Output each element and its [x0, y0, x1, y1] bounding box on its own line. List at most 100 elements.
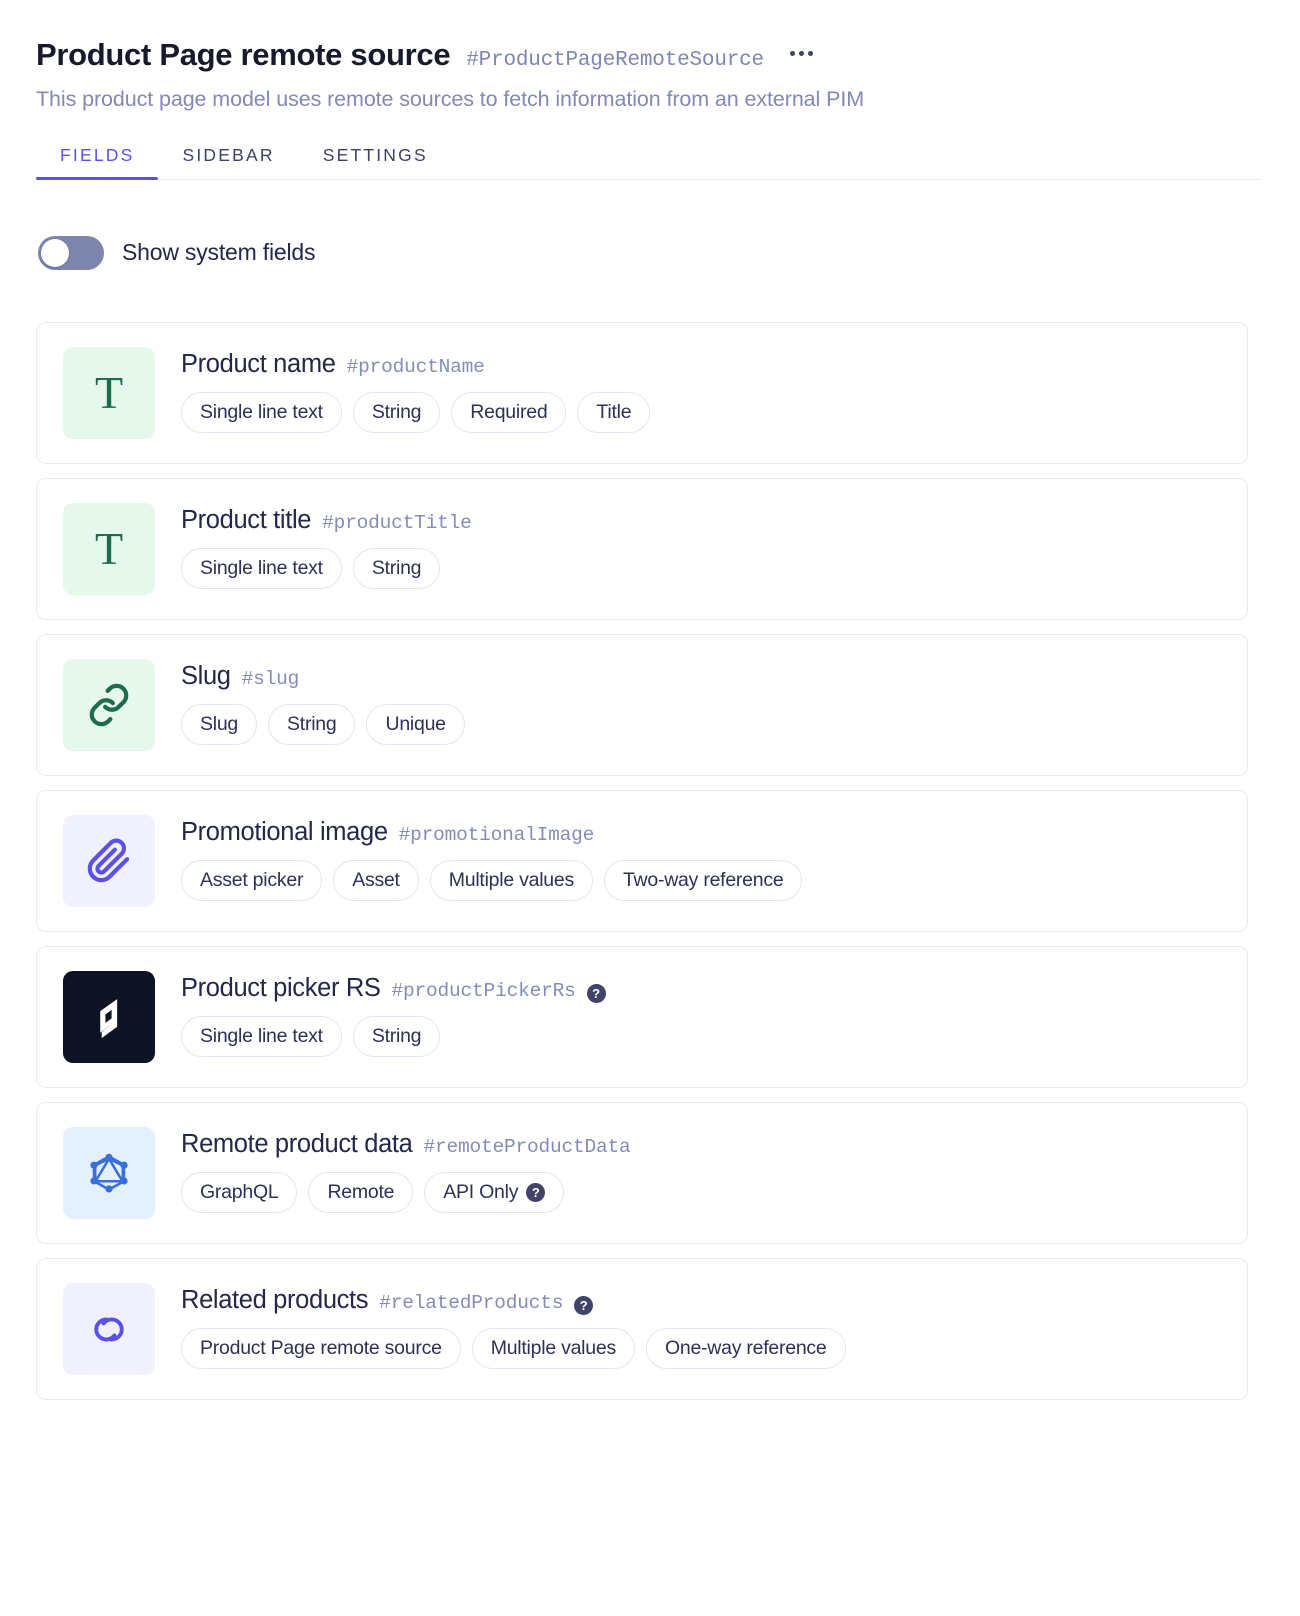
text-single-line-icon: T: [63, 502, 155, 595]
field-chip-label: Unique: [385, 713, 446, 736]
toggle-knob: [41, 238, 69, 267]
page-description: This product page model uses remote sour…: [36, 87, 865, 112]
field-chip[interactable]: String: [352, 1016, 441, 1058]
field-chip-label: Slug: [200, 713, 239, 736]
field-name-row: Product name #productName: [181, 350, 1223, 378]
field-chip[interactable]: Slug: [181, 704, 258, 746]
field-chip[interactable]: Asset: [333, 860, 419, 902]
field-chips: Single line text String Required Title: [181, 392, 1223, 434]
field-name: Slug: [181, 661, 231, 690]
field-api-id: #remoteProductData: [423, 1135, 631, 1158]
reference-rings-glyph: [94, 1317, 124, 1342]
field-card[interactable]: Promotional image #promotionalImage Asset …: [36, 789, 1248, 932]
field-chips: Product Page remote source Multiple value…: [181, 1328, 1223, 1370]
field-chips: Single line text String: [181, 1016, 1223, 1058]
show-system-fields-label: Show system fields: [122, 239, 316, 266]
show-system-fields-row: Show system fields: [38, 235, 1300, 270]
field-chip[interactable]: Title: [577, 392, 651, 434]
field-chip-label: Single line text: [200, 557, 323, 580]
field-chip-label: Title: [596, 401, 632, 424]
field-chip-label: String: [287, 713, 337, 736]
field-chips: Slug String Unique: [181, 704, 1223, 746]
reference-rings-icon: [63, 1282, 155, 1375]
field-chip[interactable]: String: [352, 392, 441, 434]
field-chip[interactable]: Unique: [366, 704, 465, 746]
field-chip[interactable]: Single line text: [181, 1016, 342, 1058]
text-single-line-icon: T: [63, 346, 155, 439]
field-chip-label: String: [371, 401, 422, 424]
model-fields-page: Product Page remote source #ProductPageR…: [0, 0, 1300, 1616]
field-chip[interactable]: Remote: [308, 1172, 414, 1214]
dot: [807, 51, 813, 56]
field-chip-label: String: [371, 557, 422, 580]
field-chips: Asset picker Asset Multiple values Two-way …: [181, 860, 1223, 902]
field-chip[interactable]: Multiple values: [471, 1328, 635, 1370]
field-body: Remote product data #remoteProductData Gra…: [181, 1127, 1223, 1214]
field-chip[interactable]: One-way reference: [645, 1328, 846, 1370]
help-icon[interactable]: ?: [586, 983, 606, 1003]
field-chip-label: String: [371, 1025, 422, 1048]
field-chip[interactable]: Product Page remote source: [181, 1328, 461, 1370]
field-chip-label: Remote: [327, 1181, 395, 1204]
field-chip-label: Asset picker: [200, 869, 304, 892]
field-chip-label: Product Page remote source: [200, 1337, 442, 1360]
field-name: Related products: [181, 1285, 369, 1314]
paperclip-icon: [63, 814, 155, 907]
tab-bar: FIELDS SIDEBAR SETTINGS: [36, 137, 1260, 181]
page-header: Product Page remote source #ProductPageR…: [0, 0, 1300, 113]
field-card[interactable]: T Product name #productName Single line tex…: [36, 321, 1248, 464]
page-title: Product Page remote source: [36, 37, 451, 72]
field-name: Product name: [181, 349, 336, 378]
field-body: Product picker RS #productPickerRs? Single…: [181, 971, 1223, 1058]
app-logo-icon: [63, 970, 155, 1063]
field-chip-label: Single line text: [200, 401, 323, 424]
field-card[interactable]: Product picker RS #productPickerRs? Single…: [36, 945, 1248, 1088]
field-chip[interactable]: String: [268, 704, 356, 746]
field-body: Product title #productTitle Single line te…: [181, 503, 1223, 590]
field-chip[interactable]: Multiple values: [429, 860, 593, 902]
field-chip[interactable]: String: [352, 548, 441, 590]
field-chip[interactable]: GraphQL: [181, 1172, 298, 1214]
tab-sidebar[interactable]: SIDEBAR: [158, 137, 298, 179]
field-name: Promotional image: [181, 817, 388, 846]
link-glyph: [89, 683, 129, 727]
field-card[interactable]: Remote product data #remoteProductData Gra…: [36, 1101, 1248, 1244]
field-name-row: Promotional image #promotionalImage: [181, 818, 1223, 846]
more-options-icon[interactable]: [789, 51, 813, 56]
field-body: Related products #relatedProducts? Product…: [181, 1283, 1223, 1370]
field-name: Remote product data: [181, 1129, 413, 1158]
field-chip[interactable]: Required: [451, 392, 567, 434]
field-name: Product picker RS: [181, 973, 381, 1002]
field-chip-label: GraphQL: [200, 1181, 279, 1204]
field-card[interactable]: Related products #relatedProducts? Product…: [36, 1257, 1248, 1400]
field-chip[interactable]: Single line text: [181, 548, 342, 590]
field-body: Slug #slug Slug String Unique: [181, 659, 1223, 746]
link-icon: [63, 658, 155, 751]
help-icon[interactable]: ?: [526, 1182, 546, 1202]
field-card[interactable]: T Product title #productTitle Single line t…: [36, 477, 1248, 620]
field-chip-label: API Only: [443, 1181, 519, 1204]
field-chip-label: Asset: [352, 869, 400, 892]
field-chip[interactable]: API Only?: [424, 1172, 565, 1214]
tab-settings[interactable]: SETTINGS: [299, 137, 452, 179]
field-chip-label: Two-way reference: [622, 869, 784, 892]
field-api-id: #productTitle: [322, 511, 472, 534]
graphql-icon: [63, 1126, 155, 1219]
show-system-fields-toggle[interactable]: [38, 235, 104, 270]
dot: [789, 51, 795, 56]
field-chip[interactable]: Asset picker: [181, 860, 323, 902]
tab-fields[interactable]: FIELDS: [36, 137, 159, 181]
field-card[interactable]: Slug #slug Slug String Unique: [36, 633, 1248, 776]
help-icon[interactable]: ?: [574, 1295, 594, 1315]
field-api-id: #slug: [241, 667, 300, 690]
field-api-id: #productName: [346, 355, 485, 378]
field-name-row: Related products #relatedProducts?: [181, 1285, 1223, 1315]
field-api-id: #productPickerRs: [391, 979, 576, 1002]
model-api-id: #ProductPageRemoteSource: [466, 49, 764, 72]
field-chip[interactable]: Single line text: [181, 392, 342, 434]
field-name-row: Product title #productTitle: [181, 506, 1223, 534]
field-chip[interactable]: Two-way reference: [603, 860, 803, 902]
letter-t-glyph: T: [94, 366, 124, 418]
dot: [798, 51, 804, 56]
field-chip-label: Single line text: [200, 1025, 323, 1048]
